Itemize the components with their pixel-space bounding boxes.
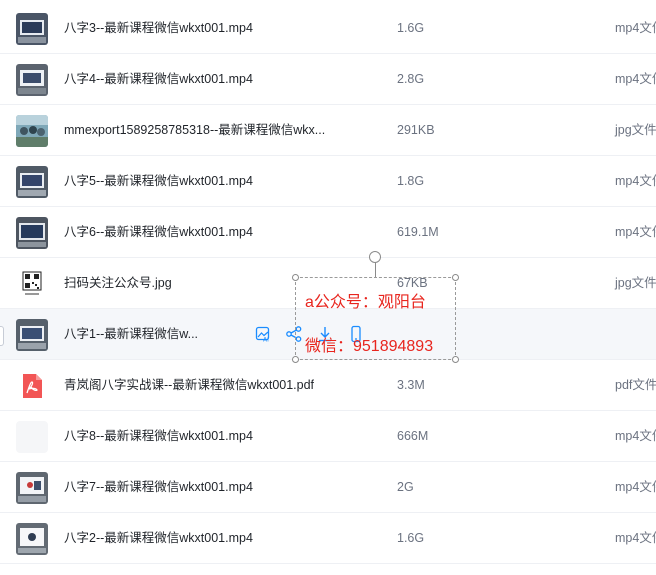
file-type: mp4文件 [615, 174, 656, 188]
file-name[interactable]: 八字5--最新课程微信wkxt001.mp4 [64, 156, 253, 207]
resize-handle-bottom-right[interactable] [452, 356, 459, 363]
video-thumb-icon [16, 64, 48, 96]
file-name[interactable]: mmexport1589258785318--最新课程微信wkx... [64, 105, 325, 156]
list-item[interactable]: 八字6--最新课程微信wkxt001.mp4 619.1M mp4文件 [0, 207, 656, 258]
file-type: jpg文件 [615, 276, 656, 290]
file-size: 619.1M [397, 225, 439, 239]
qr-code-thumb-icon [16, 268, 48, 300]
file-type: mp4文件 [615, 225, 656, 239]
rotate-handle[interactable] [369, 251, 381, 263]
resize-handle-top-left[interactable] [292, 274, 299, 281]
list-item[interactable]: 八字5--最新课程微信wkxt001.mp4 1.8G mp4文件 [0, 156, 656, 207]
file-size: 1.6G [397, 531, 425, 545]
video-thumb-icon [16, 472, 48, 504]
file-type: mp4文件 [615, 429, 656, 443]
list-item[interactable]: 八字2--最新课程微信wkxt001.mp4 1.6G mp4文件 [0, 513, 656, 564]
file-size: 1.6G [397, 21, 425, 35]
file-size: 666M [397, 429, 429, 443]
ai-image-icon[interactable]: AI [254, 325, 272, 344]
file-name[interactable]: 八字4--最新课程微信wkxt001.mp4 [64, 54, 253, 105]
video-thumb-icon [16, 13, 48, 45]
list-item[interactable]: mmexport1589258785318--最新课程微信wkx... 291K… [0, 105, 656, 156]
file-size: 1.8G [397, 174, 425, 188]
file-name[interactable]: 青岚阁八字实战课--最新课程微信wkxt001.pdf [64, 360, 314, 411]
video-thumb-icon [16, 166, 48, 198]
file-name[interactable]: 八字2--最新课程微信wkxt001.mp4 [64, 513, 253, 564]
file-name[interactable]: 八字6--最新课程微信wkxt001.mp4 [64, 207, 253, 258]
watermark-text-box[interactable]: a公众号：观阳台 微信：951894893 [295, 277, 456, 360]
file-name[interactable]: 扫码关注公众号.jpg [64, 258, 172, 309]
list-item[interactable]: 八字3--最新课程微信wkxt001.mp4 1.6G mp4文件 [0, 3, 656, 54]
file-type: mp4文件 [615, 531, 656, 545]
video-thumb-icon [16, 217, 48, 249]
list-item[interactable]: 八字8--最新课程微信wkxt001.mp4 666M mp4文件 [0, 411, 656, 462]
list-item[interactable]: 青岚阁八字实战课--最新课程微信wkxt001.pdf 3.3M pdf文件 [0, 360, 656, 411]
pdf-file-icon [16, 370, 48, 402]
file-size: 2.8G [397, 72, 425, 86]
file-name[interactable]: 八字1--最新课程微信w... [64, 309, 198, 360]
video-thumb-icon [16, 319, 48, 351]
file-name[interactable]: 八字7--最新课程微信wkxt001.mp4 [64, 462, 253, 513]
file-size: 3.3M [397, 378, 425, 392]
list-item[interactable]: 八字7--最新课程微信wkxt001.mp4 2G mp4文件 [0, 462, 656, 513]
file-size: 291KB [397, 123, 435, 137]
blank-thumb-icon [16, 421, 48, 453]
file-type: mp4文件 [615, 480, 656, 494]
file-type: jpg文件 [615, 123, 656, 137]
resize-handle-bottom-left[interactable] [292, 356, 299, 363]
svg-text:AI: AI [263, 337, 269, 344]
list-item[interactable]: 八字4--最新课程微信wkxt001.mp4 2.8G mp4文件 [0, 54, 656, 105]
video-thumb-icon [16, 523, 48, 555]
file-size: 2G [397, 480, 414, 494]
resize-handle-top-right[interactable] [452, 274, 459, 281]
watermark-line-1: a公众号：观阳台 [305, 294, 426, 311]
rotate-handle-stem [375, 262, 376, 277]
watermark-line-2: 微信：951894893 [305, 338, 434, 355]
file-type: pdf文件 [615, 378, 656, 392]
file-name[interactable]: 八字8--最新课程微信wkxt001.mp4 [64, 411, 253, 462]
file-name[interactable]: 八字3--最新课程微信wkxt001.mp4 [64, 3, 253, 54]
file-type: mp4文件 [615, 72, 656, 86]
photo-thumb-icon [16, 115, 48, 147]
file-type: mp4文件 [615, 21, 656, 35]
